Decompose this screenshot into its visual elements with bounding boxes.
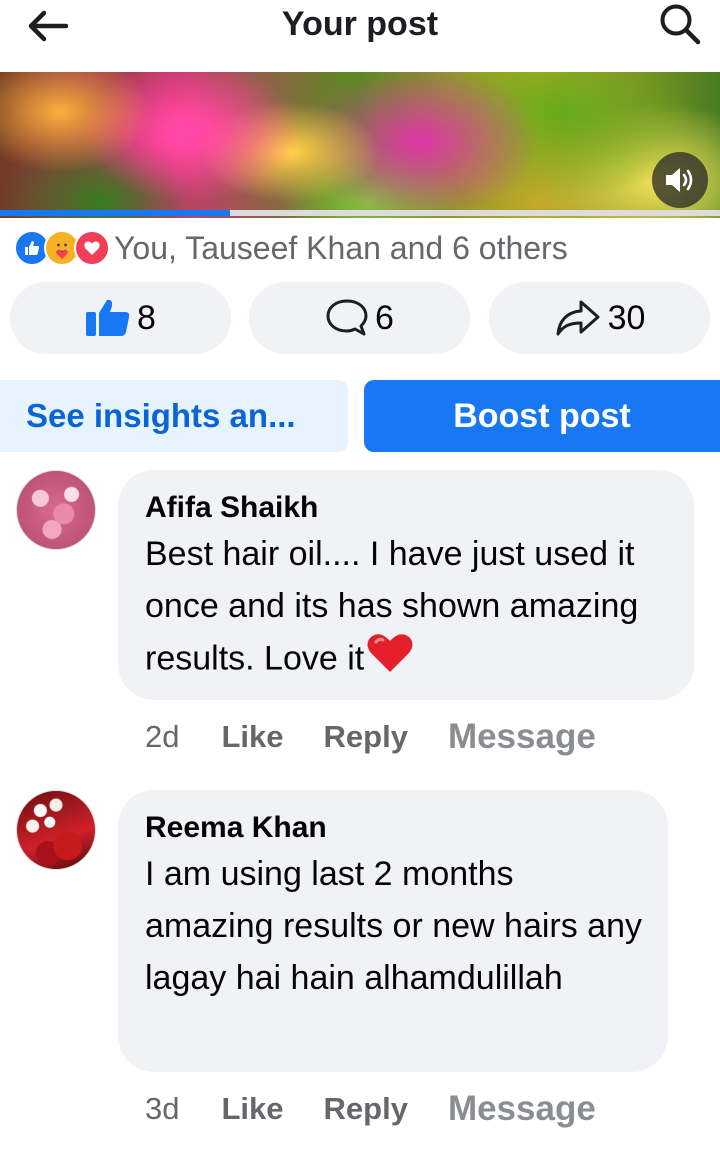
comment-author[interactable]: Reema Khan	[145, 808, 642, 848]
page-title: Your post	[281, 5, 439, 43]
boost-post-button[interactable]: Boost post	[364, 380, 720, 452]
comment-bubble[interactable]: Afifa Shaikh Best hair oil.... I have ju…	[118, 470, 694, 700]
speaker-icon	[666, 168, 693, 192]
avatar[interactable]	[16, 790, 96, 870]
comment-message-button[interactable]: Message	[448, 1089, 596, 1129]
post-video[interactable]	[0, 72, 720, 218]
comment-count: 6	[375, 298, 394, 337]
comment-actions: 2d Like Reply Message	[145, 712, 596, 762]
comment-author[interactable]: Afifa Shaikh	[145, 488, 668, 528]
avatar[interactable]	[16, 470, 96, 550]
red-heart-emoji-icon	[366, 632, 414, 689]
reaction-icons	[14, 230, 110, 266]
like-count: 8	[137, 298, 156, 337]
reactions-summary[interactable]: You, Tauseef Khan and 6 others	[14, 228, 568, 268]
comment-timestamp: 2d	[145, 719, 180, 754]
share-count: 30	[607, 298, 646, 337]
like-button[interactable]: 8	[10, 282, 231, 354]
top-bar: Your post	[0, 0, 720, 72]
comment-timestamp: 3d	[145, 1091, 180, 1126]
see-insights-button[interactable]: See insights an...	[0, 380, 348, 452]
comment-reply-button[interactable]: Reply	[324, 719, 408, 755]
comment-message-button[interactable]: Message	[448, 717, 596, 757]
share-arrow-icon	[554, 298, 602, 338]
search-icon	[660, 4, 701, 45]
video-progress-fill	[0, 210, 231, 216]
thumbs-up-icon	[85, 298, 131, 338]
sound-toggle-button[interactable]	[652, 152, 708, 208]
comment-bubble[interactable]: Reema Khan I am using last 2 months amaz…	[118, 790, 668, 1072]
comment-like-button[interactable]: Like	[221, 1091, 283, 1127]
comment-reply-button[interactable]: Reply	[324, 1091, 408, 1127]
share-button[interactable]: 30	[489, 282, 710, 354]
search-button[interactable]	[654, 0, 706, 48]
comment-text: I am using last 2 months amazing results…	[145, 855, 643, 997]
love-reaction-icon	[74, 230, 110, 266]
reactions-summary-text: You, Tauseef Khan and 6 others	[114, 229, 568, 266]
comment-text: Best hair oil.... I have just used it on…	[145, 528, 668, 689]
comment-bubble-icon	[325, 298, 369, 338]
comment-actions: 3d Like Reply Message	[145, 1084, 596, 1134]
video-progress-bar[interactable]	[0, 210, 720, 216]
comment-button[interactable]: 6	[249, 282, 470, 354]
comment-like-button[interactable]: Like	[221, 719, 283, 755]
